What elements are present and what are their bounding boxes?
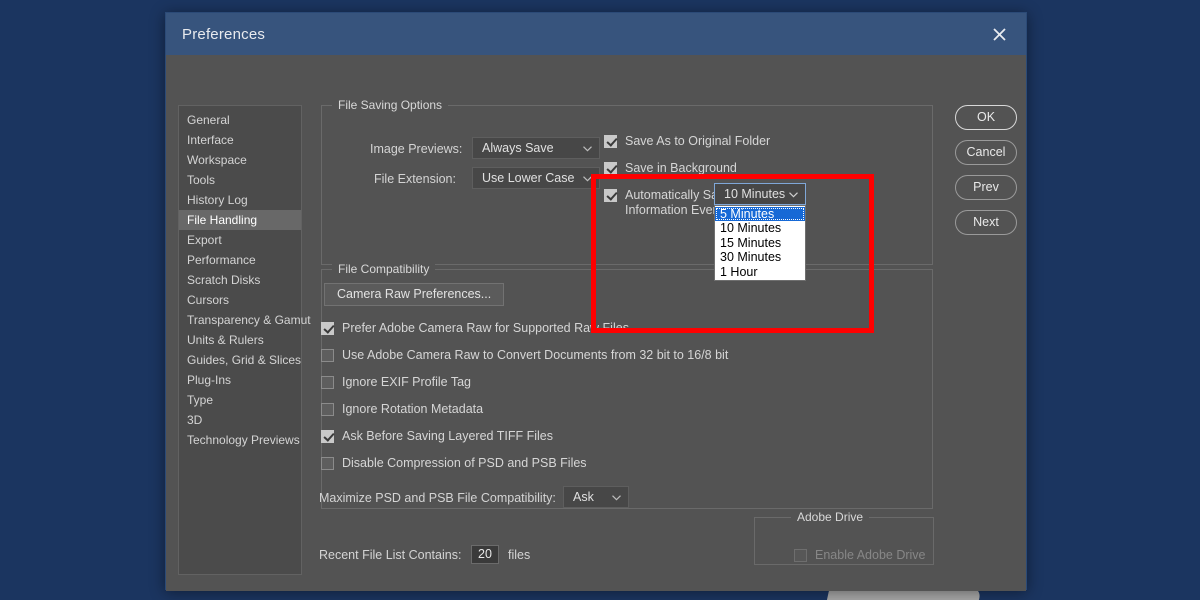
dialog-body: General Interface Workspace Tools Histor… <box>166 55 1026 591</box>
ask-before-saving-tiff-checkbox[interactable]: Ask Before Saving Layered TIFF Files <box>321 429 553 444</box>
file-extension-select[interactable]: Use Lower Case <box>472 167 600 189</box>
convert-32bit-label: Use Adobe Camera Raw to Convert Document… <box>342 348 729 362</box>
chevron-down-icon <box>583 146 592 152</box>
sidebar-item-tools[interactable]: Tools <box>179 170 301 190</box>
sidebar-item-guides-grid-slices[interactable]: Guides, Grid & Slices <box>179 350 301 370</box>
checkbox-indicator <box>321 322 334 335</box>
ok-button[interactable]: OK <box>955 105 1017 130</box>
ignore-exif-profile-tag-checkbox[interactable]: Ignore EXIF Profile Tag <box>321 375 471 390</box>
camera-raw-preferences-button[interactable]: Camera Raw Preferences... <box>324 283 505 306</box>
cancel-button[interactable]: Cancel <box>955 140 1017 165</box>
desktop-background: Preferences General Interface Workspace … <box>0 0 1200 600</box>
sidebar-item-scratch-disks[interactable]: Scratch Disks <box>179 270 301 290</box>
sidebar-item-history-log[interactable]: History Log <box>179 190 301 210</box>
save-as-original-folder-label: Save As to Original Folder <box>625 134 771 148</box>
dialog-titlebar: Preferences <box>166 13 1026 55</box>
dropdown-option-30-minutes[interactable]: 30 Minutes <box>715 250 805 264</box>
file-extension-label: File Extension: <box>374 172 456 186</box>
ignore-rotation-metadata-checkbox[interactable]: Ignore Rotation Metadata <box>321 402 483 417</box>
recent-file-count-input[interactable]: 20 <box>471 545 499 564</box>
save-in-background-checkbox[interactable]: Save in Background <box>604 161 737 176</box>
dropdown-option-15-minutes[interactable]: 15 Minutes <box>715 236 805 250</box>
checkbox-indicator <box>604 162 617 175</box>
adobe-drive-legend: Adobe Drive <box>791 510 870 524</box>
sidebar-item-3d[interactable]: 3D <box>179 410 301 430</box>
category-sidebar[interactable]: General Interface Workspace Tools Histor… <box>178 105 311 575</box>
enable-adobe-drive-label: Enable Adobe Drive <box>815 548 926 562</box>
next-button[interactable]: Next <box>955 210 1017 235</box>
checkbox-indicator <box>604 135 617 148</box>
prev-button[interactable]: Prev <box>955 175 1017 200</box>
checkbox-indicator <box>321 349 334 362</box>
auto-save-interval-value: 10 Minutes <box>724 187 786 201</box>
recent-file-list-label: Recent File List Contains: <box>319 548 462 562</box>
checkbox-indicator <box>604 189 617 202</box>
sidebar-item-workspace[interactable]: Workspace <box>179 150 301 170</box>
dropdown-option-5-minutes[interactable]: 5 Minutes <box>715 207 805 222</box>
chevron-down-icon <box>583 176 592 182</box>
disable-compression-checkbox[interactable]: Disable Compression of PSD and PSB Files <box>321 456 587 471</box>
recent-file-list-suffix: files <box>508 548 531 562</box>
page-title: Preferences <box>182 25 266 43</box>
sidebar-item-technology-previews[interactable]: Technology Previews <box>179 430 301 450</box>
dropdown-option-1-hour[interactable]: 1 Hour <box>715 265 805 279</box>
sidebar-item-units-rulers[interactable]: Units & Rulers <box>179 330 301 350</box>
checkbox-indicator <box>321 376 334 389</box>
close-icon[interactable] <box>978 17 1020 51</box>
checkbox-indicator <box>794 549 807 562</box>
sidebar-item-general[interactable]: General <box>179 110 301 130</box>
sidebar-item-file-handling[interactable]: File Handling <box>179 210 301 230</box>
checkbox-indicator <box>321 403 334 416</box>
maximize-compatibility-value: Ask <box>573 490 594 504</box>
chevron-down-icon <box>612 495 621 501</box>
file-saving-options-legend: File Saving Options <box>332 98 449 112</box>
enable-adobe-drive-checkbox: Enable Adobe Drive <box>794 548 926 563</box>
sidebar-item-performance[interactable]: Performance <box>179 250 301 270</box>
ignore-exif-profile-tag-label: Ignore EXIF Profile Tag <box>342 375 472 389</box>
disable-compression-label: Disable Compression of PSD and PSB Files <box>342 456 587 470</box>
file-compatibility-legend: File Compatibility <box>332 262 436 276</box>
prefer-camera-raw-label: Prefer Adobe Camera Raw for Supported Ra… <box>342 321 629 335</box>
convert-32bit-checkbox[interactable]: Use Adobe Camera Raw to Convert Document… <box>321 348 728 363</box>
auto-save-interval-dropdown-list[interactable]: 5 Minutes 10 Minutes 15 Minutes 30 Minut… <box>714 205 806 281</box>
image-previews-value: Always Save <box>482 141 554 155</box>
auto-save-interval-select[interactable]: 10 Minutes <box>714 183 806 205</box>
sidebar-item-plug-ins[interactable]: Plug-Ins <box>179 370 301 390</box>
sidebar-item-cursors[interactable]: Cursors <box>179 290 301 310</box>
maximize-compatibility-select[interactable]: Ask <box>563 486 629 508</box>
file-extension-value: Use Lower Case <box>482 171 575 185</box>
sidebar-item-export[interactable]: Export <box>179 230 301 250</box>
save-in-background-label: Save in Background <box>625 161 737 175</box>
checkbox-indicator <box>321 430 334 443</box>
sidebar-item-transparency-gamut[interactable]: Transparency & Gamut <box>179 310 311 330</box>
sidebar-item-interface[interactable]: Interface <box>179 130 301 150</box>
maximize-compatibility-label: Maximize PSD and PSB File Compatibility: <box>319 491 556 505</box>
dropdown-option-10-minutes[interactable]: 10 Minutes <box>715 221 805 235</box>
save-as-original-folder-checkbox[interactable]: Save As to Original Folder <box>604 134 770 149</box>
chevron-down-icon <box>789 192 798 198</box>
ignore-rotation-metadata-label: Ignore Rotation Metadata <box>342 402 484 416</box>
image-previews-select[interactable]: Always Save <box>472 137 600 159</box>
sidebar-item-type[interactable]: Type <box>179 390 301 410</box>
prefer-camera-raw-checkbox[interactable]: Prefer Adobe Camera Raw for Supported Ra… <box>321 321 629 336</box>
checkbox-indicator <box>321 457 334 470</box>
ask-before-saving-tiff-label: Ask Before Saving Layered TIFF Files <box>342 429 553 443</box>
image-previews-label: Image Previews: <box>370 142 463 156</box>
preferences-dialog: Preferences General Interface Workspace … <box>165 12 1027 591</box>
